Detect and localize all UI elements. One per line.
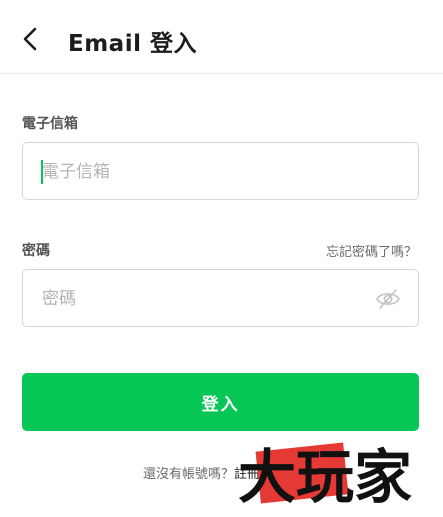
email-label: 電子信箱 (22, 116, 78, 132)
password-visibility-toggle[interactable] (375, 287, 401, 311)
eye-off-icon (376, 289, 400, 309)
page-title: Email 登入 (68, 31, 197, 57)
back-button[interactable] (14, 22, 48, 56)
signup-prompt: 還沒有帳號嗎？ (143, 467, 235, 482)
email-input[interactable] (40, 143, 374, 201)
watermark-logo-graphic: 大玩家 (238, 442, 412, 511)
password-field-box[interactable] (22, 269, 419, 328)
watermark-logo: 大玩家 (232, 433, 443, 513)
chevron-left-icon (23, 27, 37, 51)
login-button[interactable]: 登入 (22, 373, 419, 431)
forgot-password-link[interactable]: 忘記密碼了嗎？ (326, 241, 417, 260)
header-bar: Email 登入 (0, 0, 443, 74)
email-field-box[interactable] (22, 142, 419, 201)
password-input[interactable] (40, 270, 374, 328)
watermark-text: 大玩家 (238, 443, 412, 511)
password-label: 密碼 (22, 243, 50, 259)
